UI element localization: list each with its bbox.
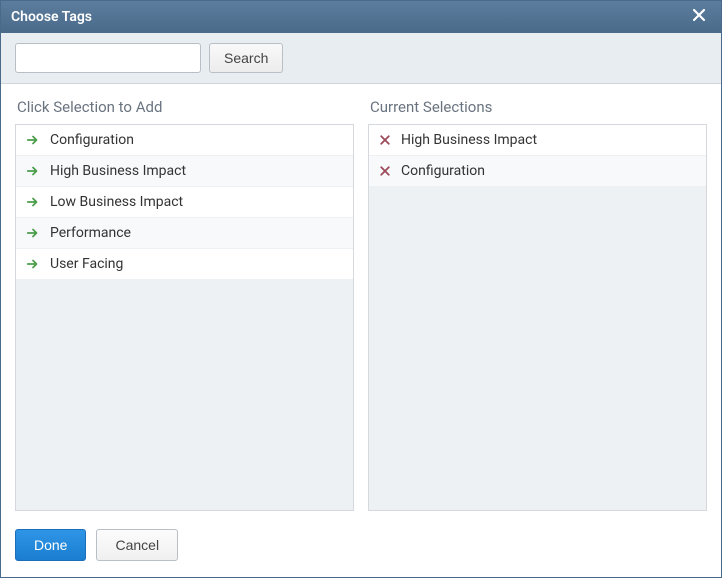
available-item-label: User Facing (50, 256, 123, 272)
available-item[interactable]: Performance (16, 218, 353, 249)
close-icon (691, 7, 707, 28)
done-button[interactable]: Done (15, 529, 86, 561)
arrow-right-icon (26, 226, 40, 240)
arrow-right-icon (26, 164, 40, 178)
close-button[interactable] (687, 5, 711, 29)
dialog-title: Choose Tags (11, 9, 92, 25)
selected-item[interactable]: High Business Impact (369, 125, 706, 156)
selected-item-label: Configuration (401, 163, 485, 179)
selected-item-label: High Business Impact (401, 132, 537, 148)
search-bar: Search (1, 33, 721, 84)
arrow-right-icon (26, 133, 40, 147)
available-item-label: Low Business Impact (50, 194, 183, 210)
available-item-label: High Business Impact (50, 163, 186, 179)
selected-item[interactable]: Configuration (369, 156, 706, 187)
arrow-right-icon (26, 195, 40, 209)
available-item[interactable]: Low Business Impact (16, 187, 353, 218)
selected-list: High Business Impact Configuration (368, 124, 707, 511)
selected-header: Current Selections (368, 98, 707, 116)
available-item[interactable]: User Facing (16, 249, 353, 280)
available-list: Configuration High Business Impact Low Bus… (15, 124, 354, 511)
titlebar: Choose Tags (1, 1, 721, 33)
search-input[interactable] (15, 43, 201, 73)
available-item[interactable]: Configuration (16, 125, 353, 156)
arrow-right-icon (26, 257, 40, 271)
available-item[interactable]: High Business Impact (16, 156, 353, 187)
remove-icon (379, 134, 391, 146)
remove-icon (379, 165, 391, 177)
available-item-label: Configuration (50, 132, 134, 148)
selected-column: Current Selections High Business Impact C… (368, 98, 707, 511)
cancel-button[interactable]: Cancel (96, 529, 178, 561)
content-area: Click Selection to Add ConfigurationHigh… (1, 84, 721, 519)
available-item-label: Performance (50, 225, 131, 241)
available-header: Click Selection to Add (15, 98, 354, 116)
available-column: Click Selection to Add Configuration High… (15, 98, 354, 511)
footer: Done Cancel (1, 519, 721, 577)
search-button[interactable]: Search (209, 43, 283, 73)
choose-tags-dialog: Choose Tags Search Click Selection to Ad… (0, 0, 722, 578)
